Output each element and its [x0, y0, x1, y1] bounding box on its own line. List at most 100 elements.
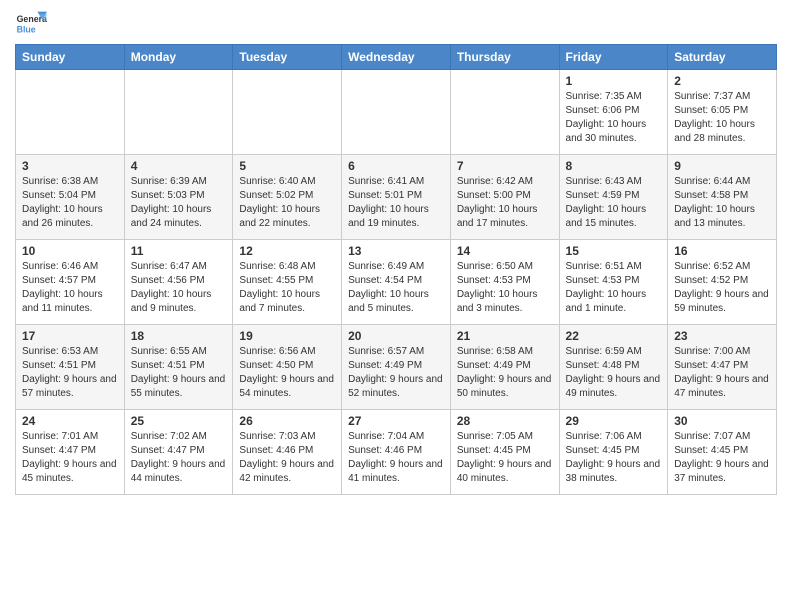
day-info: Sunrise: 6:49 AMSunset: 4:54 PMDaylight:… — [348, 260, 444, 316]
calendar-table: SundayMondayTuesdayWednesdayThursdayFrid… — [15, 44, 777, 495]
week-row-4: 17Sunrise: 6:53 AMSunset: 4:51 PMDayligh… — [16, 325, 777, 410]
day-info: Sunrise: 6:40 AMSunset: 5:02 PMDaylight:… — [239, 175, 335, 231]
day-number: 7 — [457, 159, 553, 173]
calendar-cell: 18 Sunrise: 6:55 AMSunset: 4:51 PMDayligh… — [124, 325, 233, 410]
day-number: 24 — [22, 414, 118, 428]
calendar-cell: 26 Sunrise: 7:03 AMSunset: 4:46 PMDayligh… — [233, 410, 342, 495]
logo-icon: General Blue — [15, 10, 47, 38]
day-info: Sunrise: 6:39 AMSunset: 5:03 PMDaylight:… — [131, 175, 227, 231]
calendar-cell: 11 Sunrise: 6:47 AMSunset: 4:56 PMDayligh… — [124, 240, 233, 325]
weekday-header-tuesday: Tuesday — [233, 45, 342, 70]
day-number: 4 — [131, 159, 227, 173]
calendar-cell: 1 Sunrise: 7:35 AMSunset: 6:06 PMDaylight… — [559, 70, 668, 155]
weekday-header-wednesday: Wednesday — [342, 45, 451, 70]
calendar-cell: 13 Sunrise: 6:49 AMSunset: 4:54 PMDayligh… — [342, 240, 451, 325]
calendar-cell: 24 Sunrise: 7:01 AMSunset: 4:47 PMDayligh… — [16, 410, 125, 495]
weekday-header-saturday: Saturday — [668, 45, 777, 70]
day-number: 22 — [566, 329, 662, 343]
day-number: 12 — [239, 244, 335, 258]
weekday-header-thursday: Thursday — [450, 45, 559, 70]
day-info: Sunrise: 6:38 AMSunset: 5:04 PMDaylight:… — [22, 175, 118, 231]
day-info: Sunrise: 7:06 AMSunset: 4:45 PMDaylight:… — [566, 430, 662, 486]
day-info: Sunrise: 7:03 AMSunset: 4:46 PMDaylight:… — [239, 430, 335, 486]
calendar-cell: 4 Sunrise: 6:39 AMSunset: 5:03 PMDaylight… — [124, 155, 233, 240]
day-info: Sunrise: 6:57 AMSunset: 4:49 PMDaylight:… — [348, 345, 444, 401]
day-info: Sunrise: 7:04 AMSunset: 4:46 PMDaylight:… — [348, 430, 444, 486]
day-info: Sunrise: 6:48 AMSunset: 4:55 PMDaylight:… — [239, 260, 335, 316]
day-info: Sunrise: 6:44 AMSunset: 4:58 PMDaylight:… — [674, 175, 770, 231]
day-number: 3 — [22, 159, 118, 173]
calendar-cell: 9Sunrise: 6:44 AMSunset: 4:58 PMDaylight… — [668, 155, 777, 240]
day-info: Sunrise: 6:56 AMSunset: 4:50 PMDaylight:… — [239, 345, 335, 401]
day-number: 27 — [348, 414, 444, 428]
page: General Blue SundayMondayTuesdayWednesda… — [0, 0, 792, 505]
calendar-cell: 10Sunrise: 6:46 AMSunset: 4:57 PMDayligh… — [16, 240, 125, 325]
day-info: Sunrise: 6:55 AMSunset: 4:51 PMDaylight:… — [131, 345, 227, 401]
day-info: Sunrise: 6:46 AMSunset: 4:57 PMDaylight:… — [22, 260, 118, 316]
calendar-cell: 8 Sunrise: 6:43 AMSunset: 4:59 PMDaylight… — [559, 155, 668, 240]
day-number: 16 — [674, 244, 770, 258]
day-number: 6 — [348, 159, 444, 173]
day-info: Sunrise: 6:47 AMSunset: 4:56 PMDaylight:… — [131, 260, 227, 316]
calendar-cell: 14Sunrise: 6:50 AMSunset: 4:53 PMDayligh… — [450, 240, 559, 325]
week-row-5: 24 Sunrise: 7:01 AMSunset: 4:47 PMDayligh… — [16, 410, 777, 495]
calendar-cell — [16, 70, 125, 155]
weekday-header-row: SundayMondayTuesdayWednesdayThursdayFrid… — [16, 45, 777, 70]
day-info: Sunrise: 6:52 AMSunset: 4:52 PMDaylight:… — [674, 260, 770, 316]
day-info: Sunrise: 6:41 AMSunset: 5:01 PMDaylight:… — [348, 175, 444, 231]
day-number: 25 — [131, 414, 227, 428]
calendar-cell: 22 Sunrise: 6:59 AMSunset: 4:48 PMDayligh… — [559, 325, 668, 410]
day-number: 5 — [239, 159, 335, 173]
day-info: Sunrise: 6:50 AMSunset: 4:53 PMDaylight:… — [457, 260, 553, 316]
calendar-cell: 2Sunrise: 7:37 AMSunset: 6:05 PMDaylight… — [668, 70, 777, 155]
calendar-cell — [124, 70, 233, 155]
day-info: Sunrise: 7:02 AMSunset: 4:47 PMDaylight:… — [131, 430, 227, 486]
calendar-cell: 7 Sunrise: 6:42 AMSunset: 5:00 PMDaylight… — [450, 155, 559, 240]
calendar-cell: 28 Sunrise: 7:05 AMSunset: 4:45 PMDayligh… — [450, 410, 559, 495]
day-number: 11 — [131, 244, 227, 258]
header: General Blue — [15, 10, 777, 38]
calendar-cell: 21Sunrise: 6:58 AMSunset: 4:49 PMDayligh… — [450, 325, 559, 410]
calendar-cell: 20 Sunrise: 6:57 AMSunset: 4:49 PMDayligh… — [342, 325, 451, 410]
weekday-header-monday: Monday — [124, 45, 233, 70]
day-info: Sunrise: 7:05 AMSunset: 4:45 PMDaylight:… — [457, 430, 553, 486]
day-number: 20 — [348, 329, 444, 343]
day-info: Sunrise: 6:53 AMSunset: 4:51 PMDaylight:… — [22, 345, 118, 401]
calendar-cell — [342, 70, 451, 155]
week-row-3: 10Sunrise: 6:46 AMSunset: 4:57 PMDayligh… — [16, 240, 777, 325]
day-number: 1 — [566, 74, 662, 88]
week-row-1: 1 Sunrise: 7:35 AMSunset: 6:06 PMDaylight… — [16, 70, 777, 155]
day-number: 19 — [239, 329, 335, 343]
week-row-2: 3 Sunrise: 6:38 AMSunset: 5:04 PMDaylight… — [16, 155, 777, 240]
calendar-cell: 23Sunrise: 7:00 AMSunset: 4:47 PMDayligh… — [668, 325, 777, 410]
day-number: 29 — [566, 414, 662, 428]
calendar-cell: 15Sunrise: 6:51 AMSunset: 4:53 PMDayligh… — [559, 240, 668, 325]
day-info: Sunrise: 7:35 AMSunset: 6:06 PMDaylight:… — [566, 90, 662, 146]
day-info: Sunrise: 6:58 AMSunset: 4:49 PMDaylight:… — [457, 345, 553, 401]
calendar-cell: 16 Sunrise: 6:52 AMSunset: 4:52 PMDayligh… — [668, 240, 777, 325]
day-number: 26 — [239, 414, 335, 428]
weekday-header-sunday: Sunday — [16, 45, 125, 70]
calendar-cell: 6 Sunrise: 6:41 AMSunset: 5:01 PMDaylight… — [342, 155, 451, 240]
calendar-cell: 25 Sunrise: 7:02 AMSunset: 4:47 PMDayligh… — [124, 410, 233, 495]
day-info: Sunrise: 7:00 AMSunset: 4:47 PMDaylight:… — [674, 345, 770, 401]
calendar-cell: 29 Sunrise: 7:06 AMSunset: 4:45 PMDayligh… — [559, 410, 668, 495]
day-info: Sunrise: 7:37 AMSunset: 6:05 PMDaylight:… — [674, 90, 770, 146]
svg-text:Blue: Blue — [17, 24, 36, 34]
calendar-cell: 27 Sunrise: 7:04 AMSunset: 4:46 PMDayligh… — [342, 410, 451, 495]
day-info: Sunrise: 7:01 AMSunset: 4:47 PMDaylight:… — [22, 430, 118, 486]
calendar-cell: 12 Sunrise: 6:48 AMSunset: 4:55 PMDayligh… — [233, 240, 342, 325]
day-number: 30 — [674, 414, 770, 428]
day-number: 13 — [348, 244, 444, 258]
calendar-cell: 5 Sunrise: 6:40 AMSunset: 5:02 PMDaylight… — [233, 155, 342, 240]
day-info: Sunrise: 6:59 AMSunset: 4:48 PMDaylight:… — [566, 345, 662, 401]
day-number: 8 — [566, 159, 662, 173]
day-info: Sunrise: 6:43 AMSunset: 4:59 PMDaylight:… — [566, 175, 662, 231]
day-number: 18 — [131, 329, 227, 343]
calendar-cell: 30Sunrise: 7:07 AMSunset: 4:45 PMDayligh… — [668, 410, 777, 495]
calendar-cell: 19 Sunrise: 6:56 AMSunset: 4:50 PMDayligh… — [233, 325, 342, 410]
calendar-cell: 3 Sunrise: 6:38 AMSunset: 5:04 PMDaylight… — [16, 155, 125, 240]
day-info: Sunrise: 6:42 AMSunset: 5:00 PMDaylight:… — [457, 175, 553, 231]
day-number: 28 — [457, 414, 553, 428]
weekday-header-friday: Friday — [559, 45, 668, 70]
